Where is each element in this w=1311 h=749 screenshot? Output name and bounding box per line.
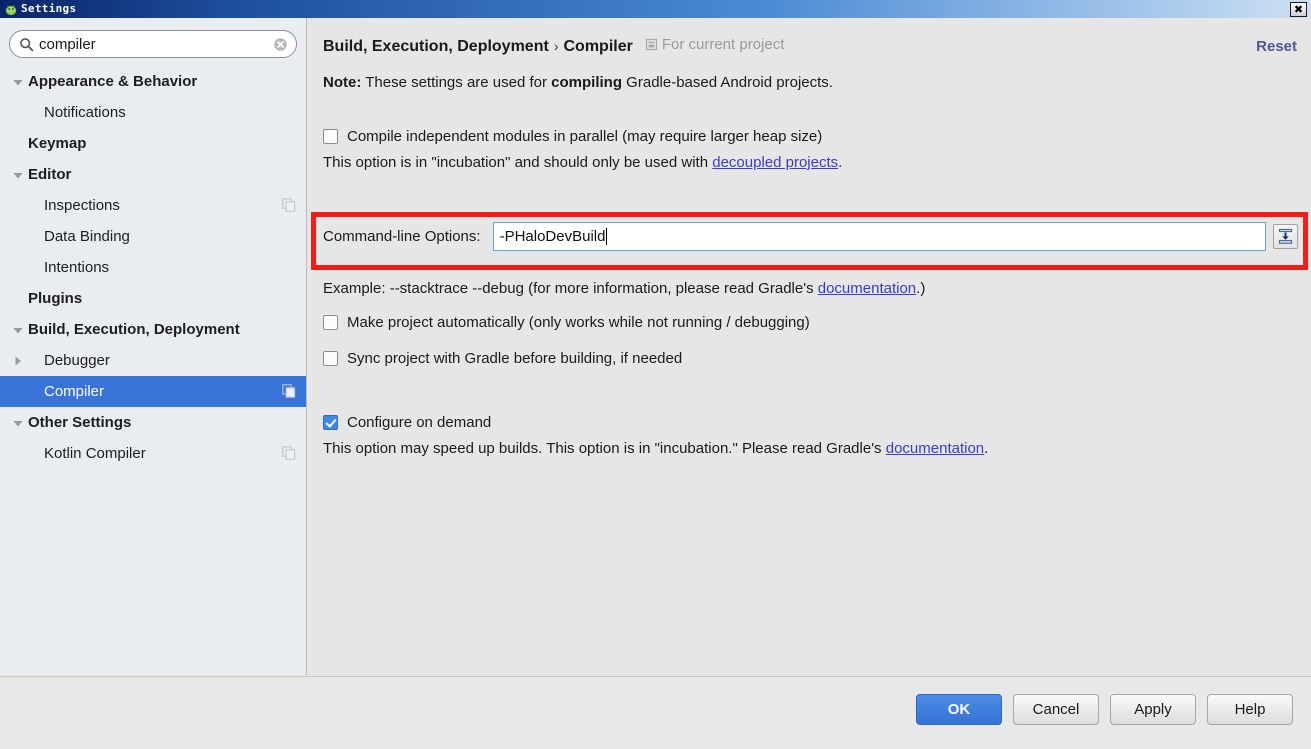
example-after: .) [916,280,926,297]
note-text-2: Gradle-based Android projects. [622,74,833,91]
option-sync-gradle-block: Sync project with Gradle before building… [323,350,682,367]
sidebar-item-kotlin-compiler[interactable]: Kotlin Compiler [0,438,306,469]
breadcrumb-parent[interactable]: Build, Execution, Deployment [323,38,549,56]
search-icon [19,37,34,52]
make-auto-checkbox[interactable] [323,315,338,330]
window-title: Settings [21,2,77,15]
close-icon[interactable]: ✖ [1290,1,1307,17]
sidebar-item-label: Plugins [28,290,83,307]
option-configure-on-demand-block: Configure on demand This option may spee… [323,414,988,457]
settings-dialog: Settings ✖ Appearance & Behavior Notifica… [0,0,1311,749]
sidebar-item-label: Notifications [44,104,126,121]
search-box[interactable] [9,30,297,58]
command-line-example: Example: --stacktrace --debug (for more … [323,280,925,297]
android-studio-icon [4,2,18,16]
insert-macro-icon[interactable] [1273,224,1298,249]
chevron-right-icon[interactable] [10,353,26,369]
option-parallel-row[interactable]: Compile independent modules in parallel … [323,128,842,145]
command-line-input[interactable]: -PHaloDevBuild [492,222,1266,251]
project-scope-text: For current project [661,36,785,53]
parallel-label: Compile independent modules in parallel … [347,128,823,145]
decoupled-projects-link[interactable]: decoupled projects [712,154,838,171]
chevron-down-icon[interactable] [10,167,26,183]
gradle-documentation-link-1[interactable]: documentation [818,280,916,297]
apply-button[interactable]: Apply [1110,694,1196,725]
sidebar-item-label: Compiler [44,383,105,400]
cancel-button[interactable]: Cancel [1013,694,1099,725]
breadcrumb-current: Compiler [563,38,633,55]
project-scope-label: For current project [645,36,785,53]
sync-gradle-label: Sync project with Gradle before building… [347,350,683,367]
sidebar-item-debugger[interactable]: Debugger [0,345,306,376]
chevron-down-icon[interactable] [10,322,26,338]
settings-main-panel: Build, Execution, Deployment › Compiler … [308,18,1311,675]
option-make-auto-row[interactable]: Make project automatically (only works w… [323,314,810,331]
command-line-label: Command-line Options: [323,228,481,245]
sidebar-item-intentions[interactable]: Intentions [0,252,306,283]
command-line-options-row: Command-line Options: -PHaloDevBuild [323,222,1298,251]
ondemand-hint-before: This option may speed up builds. This op… [323,440,886,457]
dialog-button-bar: OK Cancel Apply Help [916,694,1293,725]
parallel-hint: This option is in "incubation" and shoul… [323,154,842,171]
copy-settings-icon[interactable] [282,198,296,212]
sidebar-item-label: Data Binding [44,228,130,245]
gradle-documentation-link-2[interactable]: documentation [886,440,984,457]
parallel-hint-before: This option is in "incubation" and shoul… [323,154,713,171]
sidebar-item-inspections[interactable]: Inspections [0,190,306,221]
option-make-auto-block: Make project automatically (only works w… [323,314,810,331]
text-caret [606,228,608,245]
sidebar-item-label: Appearance & Behavior [28,73,198,90]
option-parallel-block: Compile independent modules in parallel … [323,128,842,171]
clear-icon[interactable] [273,37,288,52]
configure-on-demand-label: Configure on demand [347,414,492,431]
help-button[interactable]: Help [1207,694,1293,725]
option-configure-on-demand-row[interactable]: Configure on demand [323,414,988,431]
breadcrumb-separator: › [553,38,559,54]
chevron-down-icon[interactable] [10,415,26,431]
ondemand-hint-after: . [984,440,989,457]
sidebar-item-label: Build, Execution, Deployment [28,321,240,338]
sidebar-item-label: Kotlin Compiler [44,445,146,462]
sidebar-item-plugins[interactable]: Plugins [0,283,306,314]
sidebar-item-keymap[interactable]: Keymap [0,128,306,159]
sidebar-item-appearance-behavior[interactable]: Appearance & Behavior [0,66,306,97]
note-text: Note: These settings are used for compil… [323,74,833,91]
copy-settings-icon[interactable] [282,384,296,398]
sync-gradle-checkbox[interactable] [323,351,338,366]
project-scope-icon [645,38,658,51]
sidebar-item-compiler[interactable]: Compiler [0,376,306,407]
parallel-hint-after: . [838,154,843,171]
breadcrumb: Build, Execution, Deployment › Compiler … [323,36,1311,56]
note-text-1: These settings are used for [361,74,552,91]
sidebar-item-label: Keymap [28,135,87,152]
reset-link[interactable]: Reset [1256,38,1297,55]
parallel-checkbox[interactable] [323,129,338,144]
note-prefix: Note: [323,74,362,91]
sidebar-item-label: Inspections [44,197,120,214]
command-line-value: -PHaloDevBuild [499,228,606,245]
sidebar-item-label: Other Settings [28,414,132,431]
sidebar-item-notifications[interactable]: Notifications [0,97,306,128]
example-before: Example: --stacktrace --debug (for more … [323,280,818,297]
copy-settings-icon[interactable] [282,446,296,460]
option-sync-gradle-row[interactable]: Sync project with Gradle before building… [323,350,682,367]
configure-on-demand-checkbox[interactable] [323,415,338,430]
configure-on-demand-hint: This option may speed up builds. This op… [323,440,988,457]
sidebar-item-label: Debugger [44,352,110,369]
note-bold: compiling [551,74,623,91]
sidebar-item-label: Editor [28,166,72,183]
dialog-footer: OK Cancel Apply Help [0,676,1311,749]
make-auto-label: Make project automatically (only works w… [347,314,810,331]
sidebar-item-label: Intentions [44,259,110,276]
settings-sidebar: Appearance & Behavior Notifications Keymap… [0,18,307,675]
search-input[interactable] [39,35,273,53]
sidebar-item-build-execution-deployment[interactable]: Build, Execution, Deployment [0,314,306,345]
sidebar-item-editor[interactable]: Editor [0,159,306,190]
sidebar-item-other-settings[interactable]: Other Settings [0,407,306,438]
sidebar-item-data-binding[interactable]: Data Binding [0,221,306,252]
chevron-down-icon[interactable] [10,74,26,90]
ok-button[interactable]: OK [916,694,1002,725]
settings-tree: Appearance & Behavior Notifications Keymap… [0,66,306,469]
window-titlebar: Settings ✖ [0,0,1311,18]
